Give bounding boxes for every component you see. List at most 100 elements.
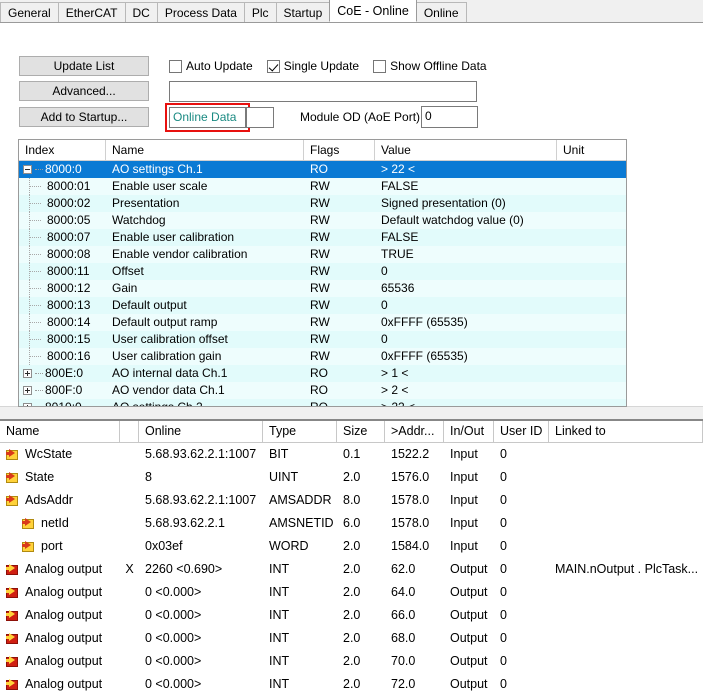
variable-name-cell[interactable]: netId — [0, 512, 120, 535]
coe-row-name[interactable]: Presentation — [106, 195, 304, 212]
coe-row-value[interactable]: TRUE — [375, 246, 557, 263]
coe-row-name[interactable]: AO internal data Ch.1 — [106, 365, 304, 382]
variable-inout-cell[interactable]: Output — [444, 581, 494, 604]
coe-row-unit[interactable] — [557, 212, 626, 229]
variable-userid-cell[interactable]: 0 — [494, 535, 549, 558]
coe-row-value[interactable]: 0xFFFF (65535) — [375, 348, 557, 365]
variables-column-header-in-out[interactable]: In/Out — [444, 421, 494, 442]
show-offline-data-checkbox[interactable]: Show Offline Data — [373, 59, 487, 73]
variable-online-cell[interactable]: 5.68.93.62.2.1:1007 — [139, 443, 263, 466]
coe-row-flags[interactable]: RW — [304, 263, 375, 280]
variables-column-header-online[interactable]: Online — [139, 421, 263, 442]
variable-linked-cell[interactable] — [549, 535, 703, 558]
variable-linked-cell[interactable] — [549, 443, 703, 466]
variables-column-header-linked-to[interactable]: Linked to — [549, 421, 703, 442]
coe-row-index-cell[interactable]: 800F:0 — [19, 382, 106, 399]
variable-online-cell[interactable]: 0x03ef — [139, 535, 263, 558]
variable-inout-cell[interactable]: Output — [444, 558, 494, 581]
coe-row-value[interactable]: > 22 < — [375, 399, 557, 406]
variable-userid-cell[interactable]: 0 — [494, 489, 549, 512]
variable-x-cell[interactable] — [120, 466, 139, 489]
coe-column-header-unit[interactable]: Unit — [557, 140, 626, 160]
variable-userid-cell[interactable]: 0 — [494, 558, 549, 581]
variable-userid-cell[interactable]: 0 — [494, 466, 549, 489]
coe-row-index-cell[interactable]: 8000:05 — [19, 212, 106, 229]
variable-addr-cell[interactable]: 1522.2 — [385, 443, 444, 466]
variable-userid-cell[interactable]: 0 — [494, 673, 549, 696]
coe-row-unit[interactable] — [557, 178, 626, 195]
variables-list-body[interactable]: WcState 5.68.93.62.2.1:1007 BIT 0.1 1522.2 In… — [0, 443, 703, 700]
variable-online-cell[interactable]: 0 <0.000> — [139, 581, 263, 604]
coe-row-index-cell[interactable]: 8000:01 — [19, 178, 106, 195]
variable-online-cell[interactable]: 0 <0.000> — [139, 627, 263, 650]
variable-type-cell[interactable]: INT — [263, 650, 337, 673]
variables-list-row[interactable]: port 0x03ef WORD 2.0 1584.0 Input 0 — [0, 535, 703, 558]
variable-linked-cell[interactable] — [549, 650, 703, 673]
variable-online-cell[interactable]: 5.68.93.62.2.1:1007 — [139, 489, 263, 512]
variable-size-cell[interactable]: 2.0 — [337, 535, 385, 558]
variable-addr-cell[interactable]: 1578.0 — [385, 489, 444, 512]
variables-list-row[interactable]: Analog output 0 <0.000> INT 2.0 70.0 Output 0 — [0, 650, 703, 673]
coe-row-value[interactable]: > 22 < — [375, 161, 557, 178]
variables-list-row[interactable]: State 8 UINT 2.0 1576.0 Input 0 — [0, 466, 703, 489]
coe-row-flags[interactable]: RW — [304, 280, 375, 297]
coe-table-row[interactable]: 8000:13 Default output RW 0 — [19, 297, 626, 314]
coe-row-unit[interactable] — [557, 365, 626, 382]
variable-type-cell[interactable]: INT — [263, 581, 337, 604]
variable-type-cell[interactable]: INT — [263, 604, 337, 627]
variable-linked-cell[interactable] — [549, 466, 703, 489]
variable-name-cell[interactable]: Analog output — [0, 696, 120, 700]
variable-addr-cell[interactable]: 1576.0 — [385, 466, 444, 489]
auto-update-checkbox[interactable]: Auto Update — [169, 59, 253, 73]
coe-row-name[interactable]: AO settings Ch.2 — [106, 399, 304, 406]
variable-inout-cell[interactable]: Input — [444, 466, 494, 489]
coe-row-name[interactable]: Enable vendor calibration — [106, 246, 304, 263]
single-update-checkbox[interactable]: Single Update — [266, 59, 359, 73]
tree-collapse-icon[interactable] — [23, 165, 32, 174]
variable-linked-cell[interactable] — [549, 512, 703, 535]
variable-inout-cell[interactable]: Output — [444, 627, 494, 650]
coe-column-header-name[interactable]: Name — [106, 140, 304, 160]
coe-table-row[interactable]: 800F:0 AO vendor data Ch.1 RO > 2 < — [19, 382, 626, 399]
variables-column-header-size[interactable]: Size — [337, 421, 385, 442]
coe-row-flags[interactable]: RO — [304, 365, 375, 382]
variable-x-cell[interactable] — [120, 604, 139, 627]
variable-userid-cell[interactable]: 0 — [494, 443, 549, 466]
variable-addr-cell[interactable]: 1584.0 — [385, 535, 444, 558]
variables-list-row[interactable]: AdsAddr 5.68.93.62.2.1:1007 AMSADDR 8.0 1578… — [0, 489, 703, 512]
variable-inout-cell[interactable]: Input — [444, 535, 494, 558]
coe-row-value[interactable]: > 1 < — [375, 365, 557, 382]
variable-x-cell[interactable] — [120, 489, 139, 512]
coe-column-header-value[interactable]: Value — [375, 140, 557, 160]
online-data-field[interactable]: Online Data — [169, 107, 246, 128]
variable-userid-cell[interactable]: 0 — [494, 696, 549, 700]
variable-size-cell[interactable]: 2.0 — [337, 558, 385, 581]
variable-type-cell[interactable]: AMSADDR — [263, 489, 337, 512]
tab-dc[interactable]: DC — [124, 2, 158, 22]
variable-size-cell[interactable]: 2.0 — [337, 604, 385, 627]
variable-size-cell[interactable]: 2.0 — [337, 466, 385, 489]
coe-row-index-cell[interactable]: 8000:07 — [19, 229, 106, 246]
variable-addr-cell[interactable]: 62.0 — [385, 558, 444, 581]
tab-online[interactable]: Online — [415, 2, 467, 22]
variable-linked-cell[interactable] — [549, 673, 703, 696]
variable-name-cell[interactable]: Analog output — [0, 558, 120, 581]
variable-name-cell[interactable]: Analog output — [0, 673, 120, 696]
tab-ethercat[interactable]: EtherCAT — [57, 2, 126, 22]
coe-row-flags[interactable]: RO — [304, 399, 375, 406]
variable-inout-cell[interactable]: Output — [444, 673, 494, 696]
variable-addr-cell[interactable]: 70.0 — [385, 650, 444, 673]
variable-name-cell[interactable]: port — [0, 535, 120, 558]
coe-row-name[interactable]: User calibration offset — [106, 331, 304, 348]
coe-row-value[interactable]: > 2 < — [375, 382, 557, 399]
variable-online-cell[interactable]: 0 <0.000> — [139, 673, 263, 696]
online-data-small-field[interactable] — [246, 107, 274, 128]
variable-size-cell[interactable]: 2.0 — [337, 673, 385, 696]
coe-table-row[interactable]: 8000:02 Presentation RW Signed presentation… — [19, 195, 626, 212]
variables-list-row[interactable]: Analog output 0 <0.000> INT 2.0 68.0 Output 0 — [0, 627, 703, 650]
coe-row-flags[interactable]: RO — [304, 161, 375, 178]
variable-size-cell[interactable]: 6.0 — [337, 512, 385, 535]
variable-online-cell[interactable]: 0 <0.000> — [139, 650, 263, 673]
coe-table-row[interactable]: 8000:05 Watchdog RW Default watchdog value … — [19, 212, 626, 229]
coe-table-row[interactable]: 800E:0 AO internal data Ch.1 RO > 1 < — [19, 365, 626, 382]
